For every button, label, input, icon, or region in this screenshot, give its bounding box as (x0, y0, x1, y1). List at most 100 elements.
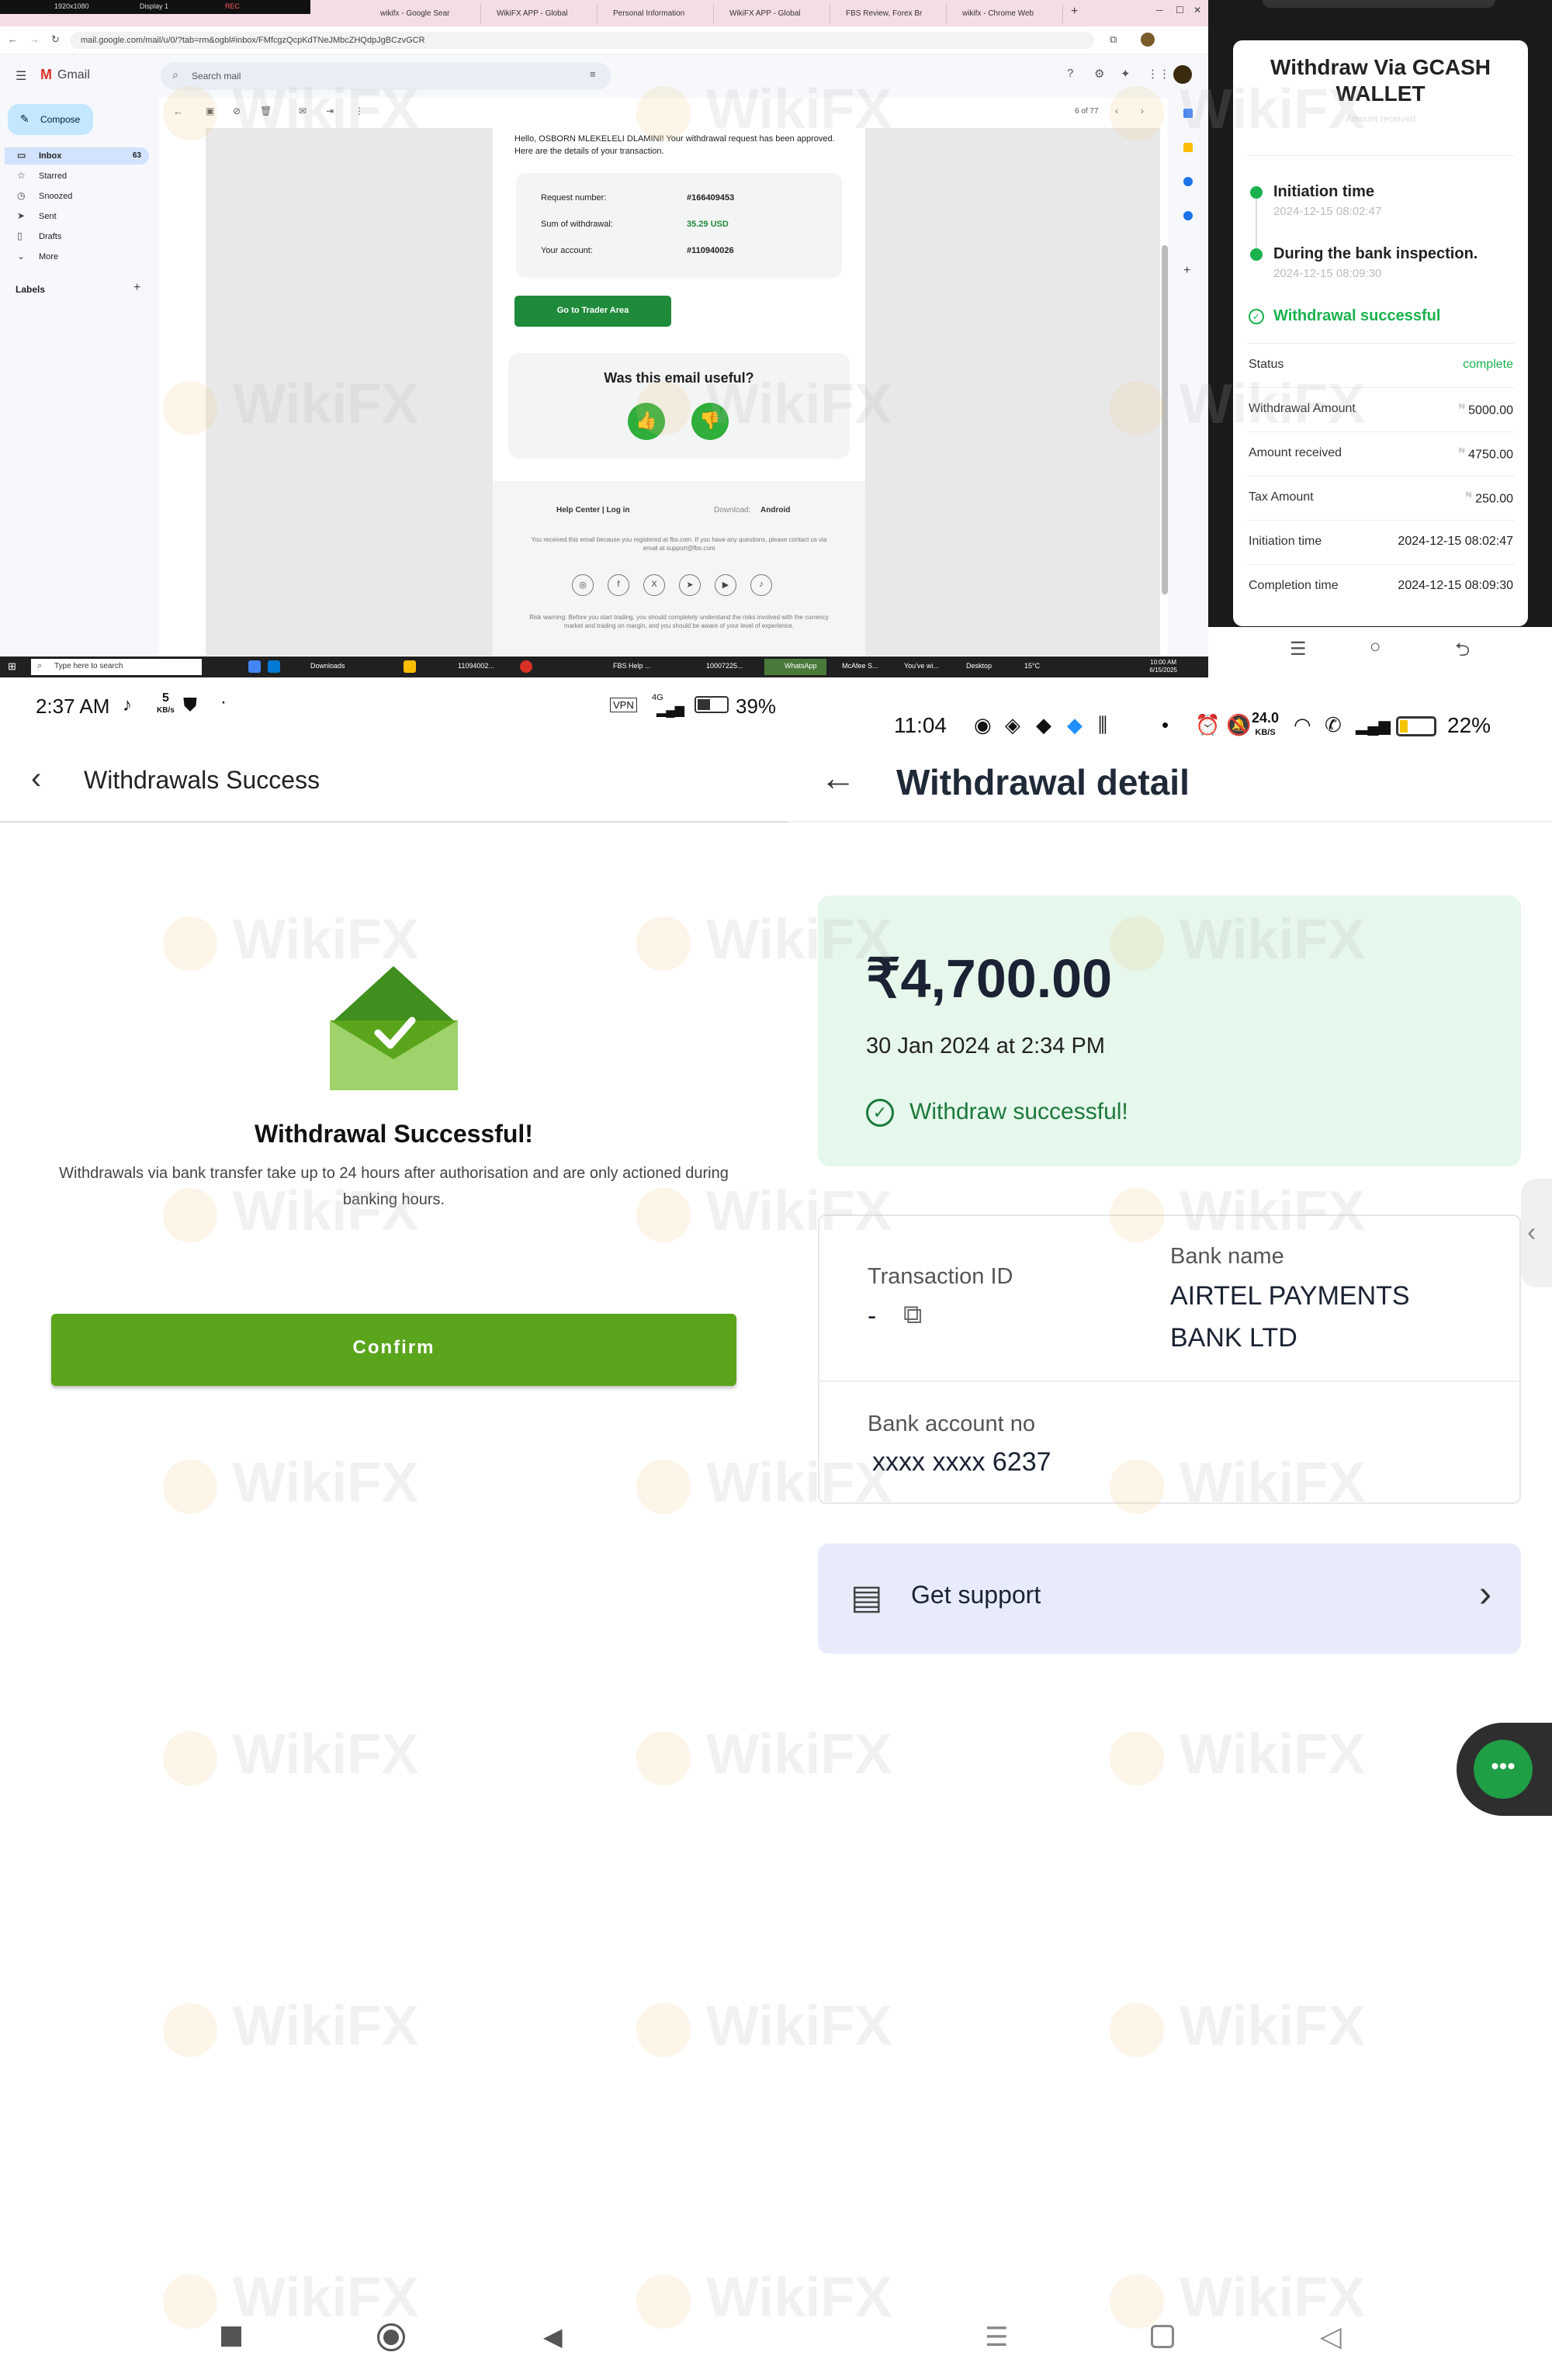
reload-icon[interactable]: ↻ (51, 33, 60, 46)
confirm-button[interactable]: Confirm (51, 1314, 736, 1386)
browser-tab[interactable]: Personal Information (605, 3, 714, 23)
sidebar-item-sent[interactable]: ➤ Sent (5, 208, 149, 225)
taskbar-app-icon[interactable] (268, 660, 280, 673)
menu-icon[interactable]: ☰ (16, 68, 26, 84)
browser-tab[interactable]: WikiFX APP - Global (489, 3, 598, 23)
taskbar-item[interactable]: Desktop (966, 662, 992, 670)
get-support-button[interactable]: ▤ Get support › (818, 1543, 1521, 1654)
facebook-icon[interactable]: f (608, 574, 629, 596)
new-tab-icon[interactable]: + (1071, 5, 1078, 19)
page-header: ‹ Withdrawals Success (0, 732, 788, 823)
tasks-icon[interactable] (1183, 177, 1193, 186)
home-icon[interactable]: ○ (1370, 636, 1381, 658)
extensions-icon[interactable]: ⧉ (1110, 33, 1117, 46)
archive-icon[interactable]: ▣ (206, 106, 214, 116)
apps-grid-icon[interactable]: ⋮⋮ (1147, 67, 1170, 81)
net-speed: 5 KB/s (157, 692, 175, 716)
back-icon[interactable]: ◁ (1320, 2320, 1342, 2353)
minimize-icon[interactable]: ─ (1156, 5, 1163, 16)
search-input[interactable]: Search mail (161, 62, 611, 90)
taskbar-app-icon[interactable] (520, 660, 532, 673)
footer-links[interactable]: Help Center | Log in (556, 506, 629, 514)
back-arrow-icon[interactable]: ← (820, 757, 856, 799)
close-icon[interactable]: ✕ (1193, 5, 1201, 16)
next-email-icon[interactable]: › (1141, 106, 1144, 116)
home-icon[interactable] (377, 2323, 405, 2351)
keep-icon[interactable] (1183, 143, 1193, 152)
side-drawer-handle[interactable]: ‹ (1521, 1179, 1552, 1287)
sidebar-item-drafts[interactable]: ▯ Drafts (5, 228, 149, 245)
taskbar-item[interactable]: 11094002... (458, 662, 494, 670)
copy-icon[interactable]: ⧉ (903, 1300, 922, 1330)
home-icon[interactable] (1151, 2325, 1174, 2348)
back-icon[interactable]: ⮌ (1455, 636, 1470, 668)
taskbar-item[interactable]: 10007225... (706, 662, 743, 670)
chrome-icon[interactable] (404, 660, 416, 673)
tiktok-icon[interactable]: ♪ (750, 574, 772, 596)
android-link[interactable]: Android (760, 506, 790, 514)
prev-email-icon[interactable]: ‹ (1115, 106, 1118, 116)
profile-avatar[interactable] (1141, 33, 1155, 47)
rec-indicator[interactable]: REC (225, 2, 240, 10)
move-to-icon[interactable]: ⇥ (326, 106, 334, 116)
search-icon[interactable]: ⌕ (172, 68, 178, 81)
sidebar-item-snoozed[interactable]: ◷ Snoozed (5, 188, 149, 205)
more-options-icon[interactable]: ⋮ (355, 106, 364, 116)
go-to-trader-area-button[interactable]: Go to Trader Area (514, 296, 671, 327)
gmail-app-name[interactable]: Gmail (57, 68, 90, 82)
contacts-icon[interactable] (1183, 211, 1193, 220)
url-field[interactable]: mail.google.com/mail/u/0/?tab=rm&ogbl#in… (70, 32, 1094, 49)
back-arrow-icon[interactable]: ‹ (31, 761, 41, 796)
mark-unread-icon[interactable]: ✉ (299, 106, 307, 116)
taskbar-item[interactable]: WhatsApp (764, 659, 826, 675)
instagram-icon[interactable]: ◎ (572, 574, 594, 596)
recents-icon[interactable]: ☰ (985, 2322, 1008, 2353)
step-label: Withdrawal successful (1273, 307, 1441, 324)
edge-icon[interactable] (248, 660, 261, 673)
timeline-line (1256, 199, 1257, 253)
browser-tab[interactable]: wikifx - Chrome Web (954, 3, 1063, 23)
maximize-icon[interactable]: ☐ (1176, 5, 1184, 16)
taskbar-search-input[interactable]: Type here to search (31, 659, 202, 675)
browser-tab[interactable]: WikiFX APP - Global (722, 3, 830, 23)
windows-start-icon[interactable]: ⊞ (8, 660, 16, 673)
sidebar-item-more[interactable]: ⌄ More (5, 248, 149, 265)
add-label-icon[interactable]: + (133, 281, 140, 295)
add-addon-icon[interactable]: + (1183, 264, 1190, 278)
gemini-icon[interactable]: ✦ (1121, 67, 1131, 81)
calendar-icon[interactable] (1183, 109, 1193, 118)
thumbs-up-icon[interactable]: 👍 (628, 403, 665, 440)
scrollbar[interactable] (1162, 245, 1168, 594)
thumbs-down-icon[interactable]: 👎 (691, 403, 729, 440)
telegram-icon[interactable]: ➤ (679, 574, 701, 596)
floating-chat-button[interactable]: ••• (1457, 1723, 1552, 1816)
recents-icon[interactable] (221, 2326, 241, 2347)
search-options-icon[interactable]: ≡ (590, 68, 596, 80)
browser-tab[interactable]: wikifx - Google Sear (372, 3, 481, 23)
forward-icon[interactable]: → (29, 33, 40, 45)
x-twitter-icon[interactable]: X (643, 574, 665, 596)
browser-tab[interactable]: FBS Review, Forex Br (838, 3, 947, 23)
sidebar-item-inbox[interactable]: ▭ Inbox 63 (5, 147, 149, 165)
compose-button[interactable]: ✎ Compose (8, 104, 93, 135)
back-icon[interactable]: ← (8, 33, 18, 45)
youtube-icon[interactable]: ▶ (715, 574, 736, 596)
taskbar-item[interactable]: McAfee S... (842, 662, 878, 670)
help-icon[interactable]: ? (1067, 67, 1073, 80)
taskbar-clock[interactable]: 10:00 AM 6/15/2025 (1149, 659, 1177, 674)
settings-gear-icon[interactable]: ⚙ (1094, 67, 1104, 81)
report-spam-icon[interactable]: ⊘ (233, 106, 241, 116)
taskbar-item[interactable]: FBS Help ... (613, 662, 651, 670)
bank-name-label: Bank name (1170, 1244, 1284, 1269)
account-avatar[interactable] (1173, 65, 1192, 84)
sidebar-item-starred[interactable]: ☆ Starred (5, 168, 149, 185)
delete-icon[interactable]: 🗑 (260, 106, 272, 116)
back-to-inbox-icon[interactable]: ← (173, 106, 183, 117)
detail-row: Initiation time 2024-12-15 08:02:47 (1247, 520, 1515, 564)
weather-temp[interactable]: 15°C (1024, 662, 1040, 670)
taskbar-item[interactable]: Downloads (310, 662, 345, 670)
detail-key: Sum of withdrawal: (541, 220, 613, 229)
recents-icon[interactable]: ☰ (1290, 638, 1307, 660)
back-icon[interactable]: ◀ (543, 2322, 563, 2351)
taskbar-item[interactable]: You've wi... (904, 662, 939, 670)
